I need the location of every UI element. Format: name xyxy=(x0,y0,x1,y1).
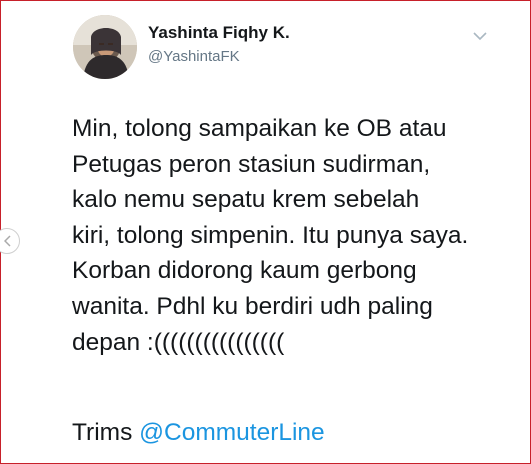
screenshot-frame: Yashinta Fiqhy K. @YashintaFK Min, tolon… xyxy=(0,0,531,464)
tweet-closing-line: Trims @CommuterLine xyxy=(72,418,325,448)
tweet-card: Yashinta Fiqhy K. @YashintaFK Min, tolon… xyxy=(0,1,530,463)
avatar[interactable] xyxy=(73,15,137,79)
previous-button[interactable] xyxy=(0,228,20,254)
closing-text: Trims xyxy=(72,419,140,446)
mention-link[interactable]: @CommuterLine xyxy=(139,419,325,446)
chevron-left-icon xyxy=(4,235,11,247)
chevron-down-icon[interactable] xyxy=(470,29,490,43)
display-name[interactable]: Yashinta Fiqhy K. xyxy=(148,23,290,43)
user-handle[interactable]: @YashintaFK xyxy=(148,48,240,65)
profile-avatar xyxy=(73,15,137,79)
tweet-text: Min, tolong sampaikan ke OB atau Petugas… xyxy=(72,115,469,356)
